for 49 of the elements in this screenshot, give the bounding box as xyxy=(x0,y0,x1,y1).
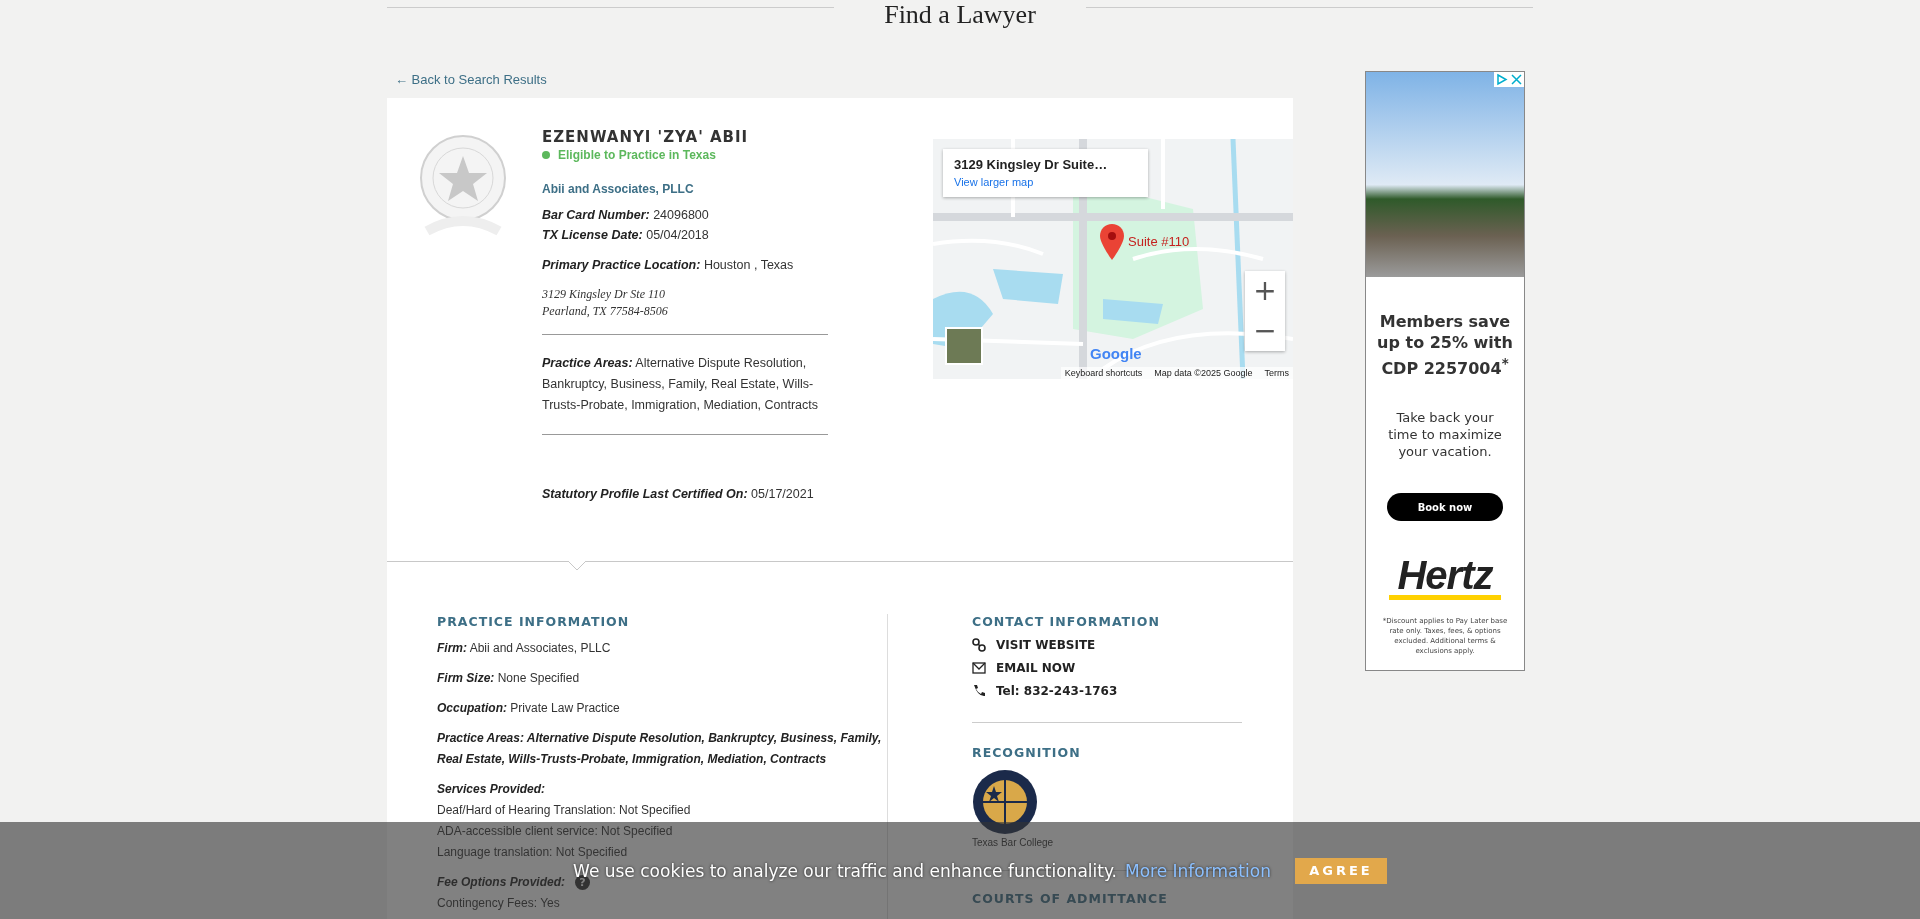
lawyer-name: EZENWANYI 'ZYA' ABII xyxy=(542,128,750,146)
phone-icon xyxy=(972,684,986,698)
info-text: Firm: Abii and Associates, PLLC xyxy=(437,640,612,657)
map-attribution-link[interactable]: Keyboard shortcuts xyxy=(1064,368,1143,378)
section-heading: RECOGNITION xyxy=(972,745,1081,760)
badge-caption: Texas Bar College xyxy=(972,837,1054,848)
map-marker-icon xyxy=(1100,224,1124,260)
info-text: Contingency Fees: Yes xyxy=(437,895,560,912)
info-text: Practice Areas: Alternative Dispute Resolution, Bankruptcy, Business, Family, Real Estate, Wills-Trusts-Probate, Immigration, Mediation, Contracts xyxy=(437,730,883,768)
detail-text: TX License Date: 05/04/2018 xyxy=(542,228,710,242)
contact-link[interactable]: VISIT WEBSITE xyxy=(996,638,1096,652)
address-text: 3129 Kingsley Dr Ste 110 Pearland, TX 77584-8506 xyxy=(542,286,669,320)
info-text: Language translation: Not Specified xyxy=(437,844,628,861)
info-text: Deaf/Hard of Hearing Translation: Not Specified xyxy=(437,802,691,819)
section-heading: COURTS OF ADMITTANCE xyxy=(972,891,1168,906)
status-text: Eligible to Practice in Texas xyxy=(558,148,716,162)
info-text: ADA-accessible client service: Not Specified xyxy=(437,823,673,840)
ad-headline: Members save up to 25% with CDP 2257004$^{*}$ xyxy=(1376,311,1514,380)
badge-drawing xyxy=(972,769,1038,835)
info-text: Firm Size: None Specified xyxy=(437,670,581,687)
practice-areas-text: Practice Areas: Alternative Dispute Resolution, Bankruptcy, Business, Family, Real Estate, Wills-Trusts-Probate, Immigration, Mediation, Contracts xyxy=(542,355,820,414)
section-heading: CONTACT INFORMATION xyxy=(972,614,1160,629)
detail-text: Bar Card Number: 24096800 xyxy=(542,208,710,222)
map-attribution-link[interactable]: Map data ©2025 Google xyxy=(1154,368,1253,378)
zoom-in-button[interactable]: + xyxy=(1245,271,1285,311)
view-larger-map-link[interactable]: View larger map xyxy=(954,176,1034,188)
field-label: Services Provided: xyxy=(437,781,546,798)
brand-logo: Hertz xyxy=(1389,555,1501,601)
certified-date-text: Statutory Profile Last Certified On: 05/17/2021 xyxy=(542,487,815,501)
zoom-out-button[interactable]: − xyxy=(1245,311,1285,351)
page-title: Find a Lawyer xyxy=(884,0,1036,30)
contact-link[interactable]: Tel: 832-243-1763 xyxy=(996,684,1118,698)
status-dot-icon xyxy=(542,151,550,159)
envelope-icon xyxy=(972,661,986,675)
section-heading: PRACTICE INFORMATION xyxy=(437,614,630,629)
link-icon xyxy=(972,638,986,652)
info-text: Occupation: Private Law Practice xyxy=(437,700,621,717)
contact-link[interactable]: EMAIL NOW xyxy=(996,661,1076,675)
place-title: 3129 Kingsley Dr Suite… xyxy=(954,157,1109,172)
satellite-thumbnail[interactable] xyxy=(945,327,983,365)
book-now-button[interactable]: Book now xyxy=(1387,493,1503,522)
location-text: Primary Practice Location: Houston , Texas xyxy=(542,258,795,272)
back-link[interactable]: ← Back to Search Results xyxy=(395,72,547,98)
field-label: Fee Options Provided: xyxy=(437,874,565,891)
marker-label: Suite #110 xyxy=(1128,234,1190,249)
firm-link[interactable]: Abii and Associates, PLLC xyxy=(542,182,832,196)
map-attribution-link[interactable]: Terms xyxy=(1264,368,1289,378)
map-logo: Google xyxy=(1090,345,1142,362)
ad-body-text: Take back your time to maximize your vacation. xyxy=(1387,409,1503,461)
